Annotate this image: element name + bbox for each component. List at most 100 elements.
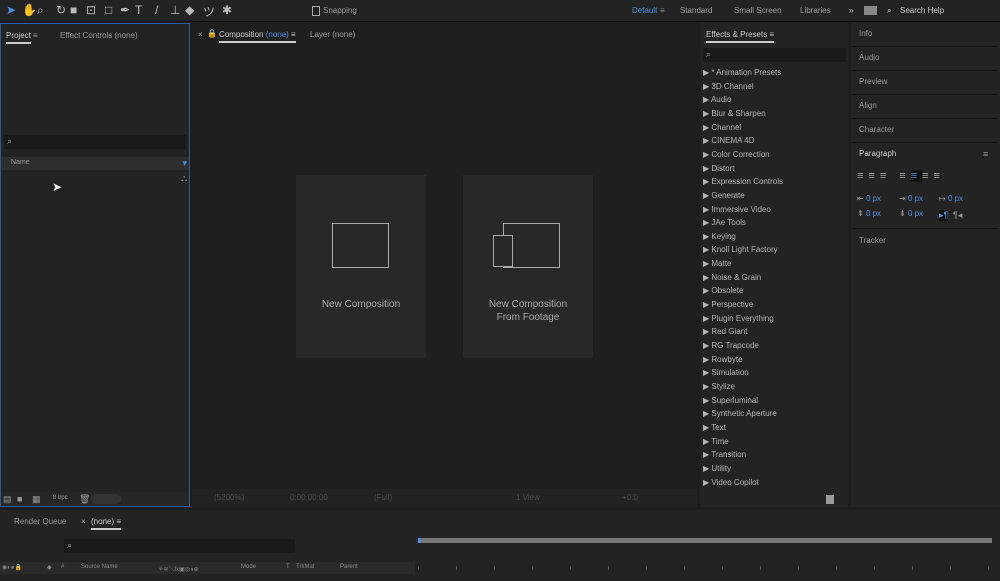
- project-search-input[interactable]: ⌕: [4, 135, 186, 149]
- expand-triangle-icon[interactable]: ▶: [703, 368, 709, 377]
- new-composition-button[interactable]: New Composition: [296, 175, 426, 358]
- expand-triangle-icon[interactable]: ▶: [703, 191, 709, 200]
- indent-first-line[interactable]: ↦ 0 px: [939, 194, 963, 203]
- expand-triangle-icon[interactable]: ▶: [703, 327, 709, 336]
- pen-tool-icon[interactable]: ✒: [120, 3, 130, 17]
- resolution-dropdown[interactable]: (Full): [374, 493, 392, 502]
- effect-category[interactable]: ▶ Red Giant: [703, 327, 747, 336]
- hand-tool-icon[interactable]: ✋: [22, 3, 37, 17]
- tab-effect-controls[interactable]: Effect Controls (none): [60, 31, 138, 40]
- effect-category[interactable]: ▶ Superluminal: [703, 396, 758, 405]
- timeline-search-input[interactable]: ⌕: [64, 539, 295, 553]
- expand-triangle-icon[interactable]: ▶: [703, 150, 709, 159]
- tab-render-queue[interactable]: Render Queue: [14, 517, 66, 526]
- workspace-small-screen[interactable]: Small Screen: [734, 6, 782, 15]
- eraser-tool-icon[interactable]: ◆: [185, 3, 194, 17]
- column-source-name[interactable]: Source Name: [81, 564, 118, 570]
- zoom-tool-icon[interactable]: ⌕: [37, 3, 44, 18]
- panel-paragraph[interactable]: Paragraph: [859, 149, 896, 158]
- effect-category[interactable]: ▶ RG Trapcode: [703, 341, 759, 350]
- expand-triangle-icon[interactable]: ▶: [703, 273, 709, 282]
- effect-category[interactable]: ▶ Plugin Everything: [703, 314, 774, 323]
- expand-triangle-icon[interactable]: ▶: [703, 123, 709, 132]
- work-area-bar[interactable]: [418, 538, 992, 543]
- panel-character[interactable]: Character: [859, 125, 894, 134]
- expand-triangle-icon[interactable]: ▶: [703, 437, 709, 446]
- text-tool-icon[interactable]: T: [135, 3, 142, 17]
- effect-category[interactable]: ▶ Blur & Sharpen: [703, 109, 766, 118]
- new-composition-from-footage-button[interactable]: New Composition From Footage: [463, 175, 593, 358]
- column-number[interactable]: #: [61, 564, 64, 570]
- expand-triangle-icon[interactable]: ▶: [703, 109, 709, 118]
- space-before[interactable]: ⇞ 0 px: [857, 209, 881, 218]
- effect-category[interactable]: ▶ Perspective: [703, 300, 753, 309]
- indent-right[interactable]: ⇥ 0 px: [899, 194, 923, 203]
- workspace-standard[interactable]: Standard: [680, 6, 712, 15]
- effect-category[interactable]: ▶ * Animation Presets: [703, 68, 781, 77]
- expand-triangle-icon[interactable]: ▶: [703, 396, 709, 405]
- interpret-footage-icon[interactable]: ▤: [3, 494, 12, 505]
- av-switches-icons[interactable]: ◉◐●🔒: [2, 564, 22, 571]
- trash-icon[interactable]: 🗑: [79, 494, 90, 505]
- new-folder-icon[interactable]: ■: [17, 494, 22, 504]
- effect-category[interactable]: ▶ Generate: [703, 191, 745, 200]
- tab-effects-presets[interactable]: Effects & Presets ≡: [706, 30, 775, 43]
- clone-stamp-tool-icon[interactable]: ⊥: [170, 3, 180, 17]
- expand-triangle-icon[interactable]: ▶: [703, 355, 709, 364]
- effect-category[interactable]: ▶ Knoll Light Factory: [703, 245, 778, 254]
- lock-icon[interactable]: 🔒: [207, 29, 217, 38]
- effects-search-input[interactable]: ⌕: [703, 48, 846, 62]
- expand-triangle-icon[interactable]: ▶: [703, 478, 709, 487]
- time-ruler[interactable]: [418, 554, 1000, 574]
- expand-triangle-icon[interactable]: ▶: [703, 136, 709, 145]
- effect-category[interactable]: ▶ Time: [703, 437, 729, 446]
- paragraph-menu-icon[interactable]: ≡: [983, 149, 988, 159]
- project-menu-icon[interactable]: ≡: [33, 31, 38, 40]
- effect-category[interactable]: ▶ Obsolete: [703, 286, 743, 295]
- tab-composition[interactable]: Composition (none) ≡: [219, 30, 296, 43]
- effect-category[interactable]: ▶ Noise & Grain: [703, 273, 761, 282]
- expand-triangle-icon[interactable]: ▶: [703, 300, 709, 309]
- effect-category[interactable]: ▶ Rowbyte: [703, 355, 743, 364]
- expand-triangle-icon[interactable]: ▶: [703, 177, 709, 186]
- thumbnail-slider[interactable]: [91, 494, 121, 504]
- expand-triangle-icon[interactable]: ▶: [703, 409, 709, 418]
- expand-triangle-icon[interactable]: ▶: [703, 82, 709, 91]
- expand-triangle-icon[interactable]: ▶: [703, 205, 709, 214]
- column-name[interactable]: Name: [11, 159, 30, 166]
- workspace-menu-icon[interactable]: ≡: [660, 6, 665, 15]
- effect-category[interactable]: ▶ JAe Tools: [703, 218, 746, 227]
- expand-triangle-icon[interactable]: ▶: [703, 314, 709, 323]
- space-after[interactable]: ⇟ 0 px: [899, 209, 923, 218]
- ltr-direction-icon[interactable]: ▸¶: [939, 210, 949, 221]
- close-tab-icon[interactable]: ×: [198, 30, 203, 39]
- workspace-default[interactable]: Default: [632, 6, 657, 15]
- column-trkmat[interactable]: TrkMat: [296, 564, 314, 570]
- effect-category[interactable]: ▶ Keying: [703, 232, 736, 241]
- alignment-buttons[interactable]: ≡≡≡ ≡≡≡≡: [857, 170, 945, 182]
- workspace-libraries[interactable]: Libraries: [800, 6, 831, 15]
- expand-triangle-icon[interactable]: ▶: [703, 218, 709, 227]
- search-help-input[interactable]: Search Help: [900, 6, 944, 15]
- exposure-value[interactable]: +0.0: [622, 493, 638, 502]
- expand-triangle-icon[interactable]: ▶: [703, 245, 709, 254]
- pan-behind-tool-icon[interactable]: ⊡: [86, 3, 96, 17]
- tab-timeline-none[interactable]: (none) ≡: [91, 517, 122, 530]
- tab-layer[interactable]: Layer (none): [310, 30, 355, 39]
- new-bin-icon[interactable]: [826, 495, 834, 504]
- puppet-tool-icon[interactable]: ✱: [222, 3, 232, 17]
- tab-project[interactable]: Project: [6, 31, 31, 44]
- expand-triangle-icon[interactable]: ▶: [703, 286, 709, 295]
- indent-left[interactable]: ⇤ 0 px: [857, 194, 881, 203]
- camera-tool-icon[interactable]: ■: [70, 3, 77, 17]
- new-composition-icon[interactable]: ▦: [32, 494, 41, 505]
- expand-triangle-icon[interactable]: ▶: [703, 464, 709, 473]
- dropdown-icon[interactable]: ▾: [182, 158, 187, 169]
- expand-triangle-icon[interactable]: ▶: [703, 95, 709, 104]
- timecode[interactable]: 0:00:00:00: [290, 493, 328, 502]
- rtl-direction-icon[interactable]: ¶◂: [953, 210, 962, 221]
- shape-tool-icon[interactable]: □: [105, 3, 112, 17]
- expand-triangle-icon[interactable]: ▶: [703, 450, 709, 459]
- effect-category[interactable]: ▶ Utility: [703, 464, 731, 473]
- effect-category[interactable]: ▶ Audio: [703, 95, 731, 104]
